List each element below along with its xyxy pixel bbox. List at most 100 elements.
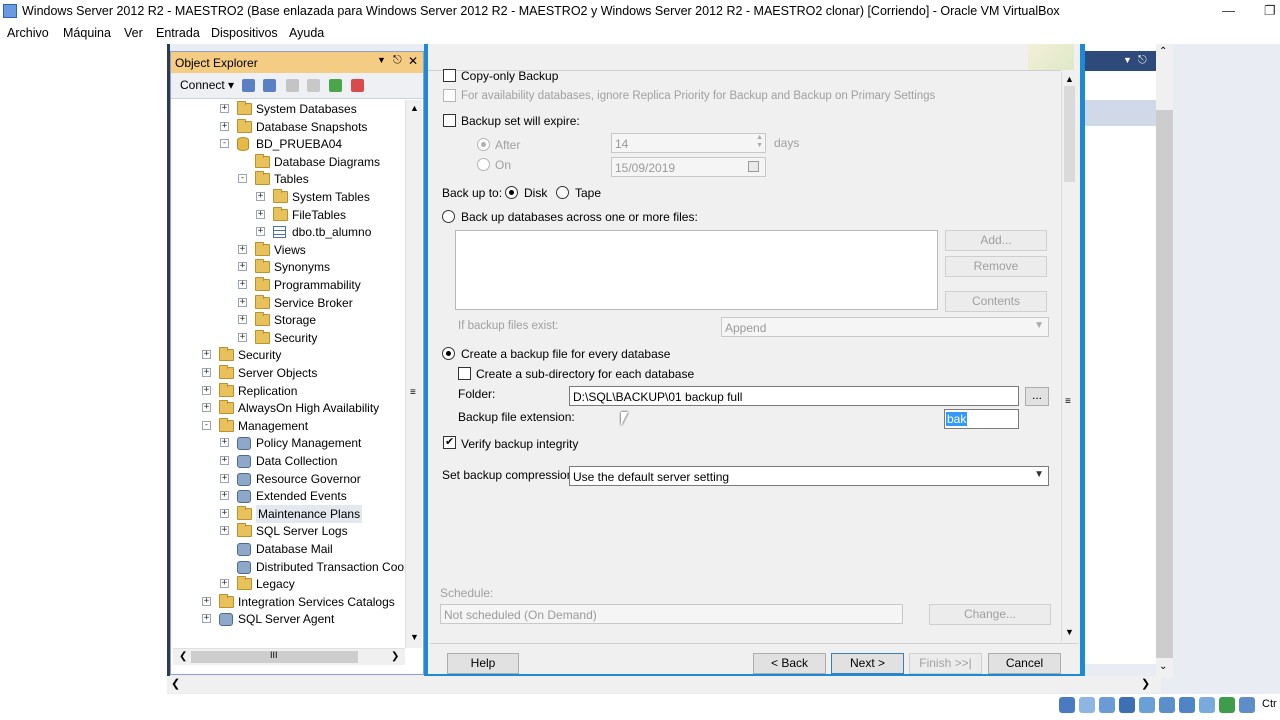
scroll-down-icon[interactable]: ▼ — [410, 632, 419, 642]
tree-item[interactable]: + Resource Governor — [171, 470, 405, 488]
expand-icon[interactable]: + — [220, 473, 229, 483]
menu-maquina[interactable]: Máquina — [63, 26, 111, 40]
calendar-icon[interactable] — [748, 161, 759, 172]
cancel-button[interactable]: Cancel — [988, 653, 1061, 674]
finish-button[interactable]: Finish >>| — [909, 653, 982, 674]
expand-icon[interactable]: + — [202, 596, 211, 606]
extension-input[interactable]: bak — [944, 409, 1019, 429]
menu-ayuda[interactable]: Ayuda — [289, 26, 324, 40]
menu-ver[interactable]: Ver — [124, 26, 143, 40]
restore-icon[interactable]: ❐ — [1264, 3, 1276, 19]
expand-icon[interactable]: + — [202, 403, 211, 413]
tree-item[interactable]: + Database Snapshots — [171, 118, 405, 136]
tree-item[interactable]: + Maintenance Plans — [171, 504, 405, 523]
expand-icon[interactable]: + — [220, 438, 229, 448]
back-button[interactable]: < Back — [753, 653, 826, 674]
pin-icon[interactable]: ⎋ — [393, 54, 402, 67]
expand-icon[interactable]: + — [238, 244, 247, 254]
expand-icon[interactable]: + — [220, 508, 229, 518]
tree-item[interactable]: - Tables — [171, 170, 405, 188]
tree-item[interactable]: + System Tables — [171, 188, 405, 206]
network-icon[interactable] — [1119, 697, 1135, 713]
collapse-icon[interactable]: - — [220, 139, 229, 149]
tree-item[interactable]: Database Mail — [171, 540, 405, 558]
tree-item[interactable]: Distributed Transaction Coor — [171, 558, 405, 576]
after-days-field[interactable]: 14 ▲ ▼ — [611, 133, 766, 153]
disconnect-icon[interactable] — [263, 79, 276, 92]
disk-radio[interactable] — [505, 186, 518, 199]
tree-horizontal-scrollbar[interactable]: ❮ III ❯ — [173, 648, 405, 665]
stop-icon[interactable] — [286, 79, 299, 92]
add-button[interactable]: Add... — [945, 230, 1047, 251]
tree-item[interactable]: + Integration Services Catalogs — [171, 593, 405, 611]
close-icon[interactable]: ✕ — [408, 54, 418, 68]
expand-icon[interactable]: + — [238, 280, 247, 289]
expand-icon[interactable]: + — [220, 491, 229, 501]
tree-item[interactable]: + dbo.tb_alumno — [171, 223, 405, 241]
minimize-icon[interactable]: — — [1222, 3, 1235, 18]
guest-vertical-scrollbar[interactable]: ⌃ ⌄ — [1156, 44, 1173, 678]
tree-item[interactable]: + Server Objects — [171, 364, 405, 382]
scroll-up-icon[interactable]: ▲ — [1065, 74, 1074, 84]
recording-icon[interactable] — [1199, 697, 1215, 713]
scroll-right-icon[interactable]: ❯ — [1141, 677, 1150, 690]
collapse-icon[interactable]: - — [238, 174, 247, 184]
tree-item[interactable]: + Legacy — [171, 575, 405, 593]
scroll-left-icon[interactable]: ❮ — [179, 651, 187, 662]
tree-item[interactable]: + Policy Management — [171, 434, 405, 452]
tree-item[interactable]: + FileTables — [171, 206, 405, 224]
change-button[interactable]: Change... — [929, 604, 1051, 625]
tree-item[interactable]: + Programmability — [171, 276, 405, 294]
guest-horizontal-scrollbar[interactable]: ❮ ❯ — [167, 676, 1161, 693]
collapse-icon[interactable]: - — [202, 420, 211, 430]
scroll-up-icon[interactable]: ▲ — [410, 103, 419, 113]
expand-icon[interactable]: + — [202, 368, 211, 377]
spinner-icon[interactable]: ▲ ▼ — [756, 134, 763, 150]
tree-item[interactable]: + Storage — [171, 311, 405, 329]
expand-icon[interactable]: + — [220, 456, 229, 465]
filter-icon[interactable] — [307, 79, 320, 92]
if-exists-combo[interactable]: Append ▼ — [721, 317, 1049, 337]
optical-drive-icon[interactable] — [1079, 697, 1095, 713]
expand-icon[interactable]: + — [256, 209, 265, 219]
expand-icon[interactable]: + — [238, 297, 247, 307]
expand-icon[interactable]: + — [256, 192, 265, 201]
scroll-left-icon[interactable]: ❮ — [171, 677, 180, 690]
shared-folders-icon[interactable] — [1159, 697, 1175, 713]
next-button[interactable]: Next > — [831, 653, 904, 674]
guest-scroll-thumb[interactable] — [1156, 110, 1173, 658]
on-date-field[interactable]: 15/09/2019 — [611, 157, 766, 177]
availability-checkbox[interactable] — [443, 89, 456, 102]
tree-item[interactable]: - BD_PRUEBA04 — [171, 135, 405, 153]
verify-checkbox[interactable] — [443, 435, 456, 449]
tree-item[interactable]: Database Diagrams — [171, 153, 405, 171]
virtualization-icon[interactable] — [1219, 697, 1235, 713]
connect-button[interactable]: Connect ▾ — [180, 78, 234, 92]
connect-object-icon[interactable] — [242, 79, 255, 92]
expand-icon[interactable]: + — [238, 315, 247, 325]
refresh-icon[interactable] — [329, 79, 342, 92]
browse-button[interactable]: ... — [1025, 387, 1049, 406]
contents-button[interactable]: Contents — [945, 291, 1047, 312]
tree-item[interactable]: + SQL Server Agent — [171, 610, 405, 628]
expand-icon[interactable]: + — [202, 385, 211, 395]
tree-item[interactable]: + Security — [171, 329, 405, 347]
mouse-integration-icon[interactable] — [1239, 697, 1255, 713]
expire-checkbox[interactable] — [443, 114, 456, 127]
after-radio[interactable] — [477, 138, 490, 151]
compression-combo[interactable]: Use the default server setting ▼ — [569, 466, 1049, 486]
expand-icon[interactable]: + — [220, 526, 229, 536]
help-button[interactable]: Help — [447, 653, 519, 674]
scroll-down-icon[interactable]: ▼ — [1065, 627, 1074, 637]
hard-disk-icon[interactable] — [1059, 697, 1075, 713]
dialog-content-scrollbar[interactable]: ▲ ≡ ▼ — [1061, 72, 1077, 642]
expand-icon[interactable]: + — [238, 262, 247, 272]
menu-archivo[interactable]: Archivo — [7, 26, 49, 40]
expand-icon[interactable]: + — [202, 614, 211, 624]
expand-icon[interactable]: + — [220, 579, 229, 589]
dialog-scroll-thumb[interactable] — [1064, 86, 1075, 182]
copy-only-checkbox[interactable] — [443, 69, 456, 82]
subdir-checkbox[interactable] — [458, 367, 471, 380]
tree-item[interactable]: + Extended Events — [171, 487, 405, 505]
tree-item[interactable]: + Replication — [171, 382, 405, 400]
